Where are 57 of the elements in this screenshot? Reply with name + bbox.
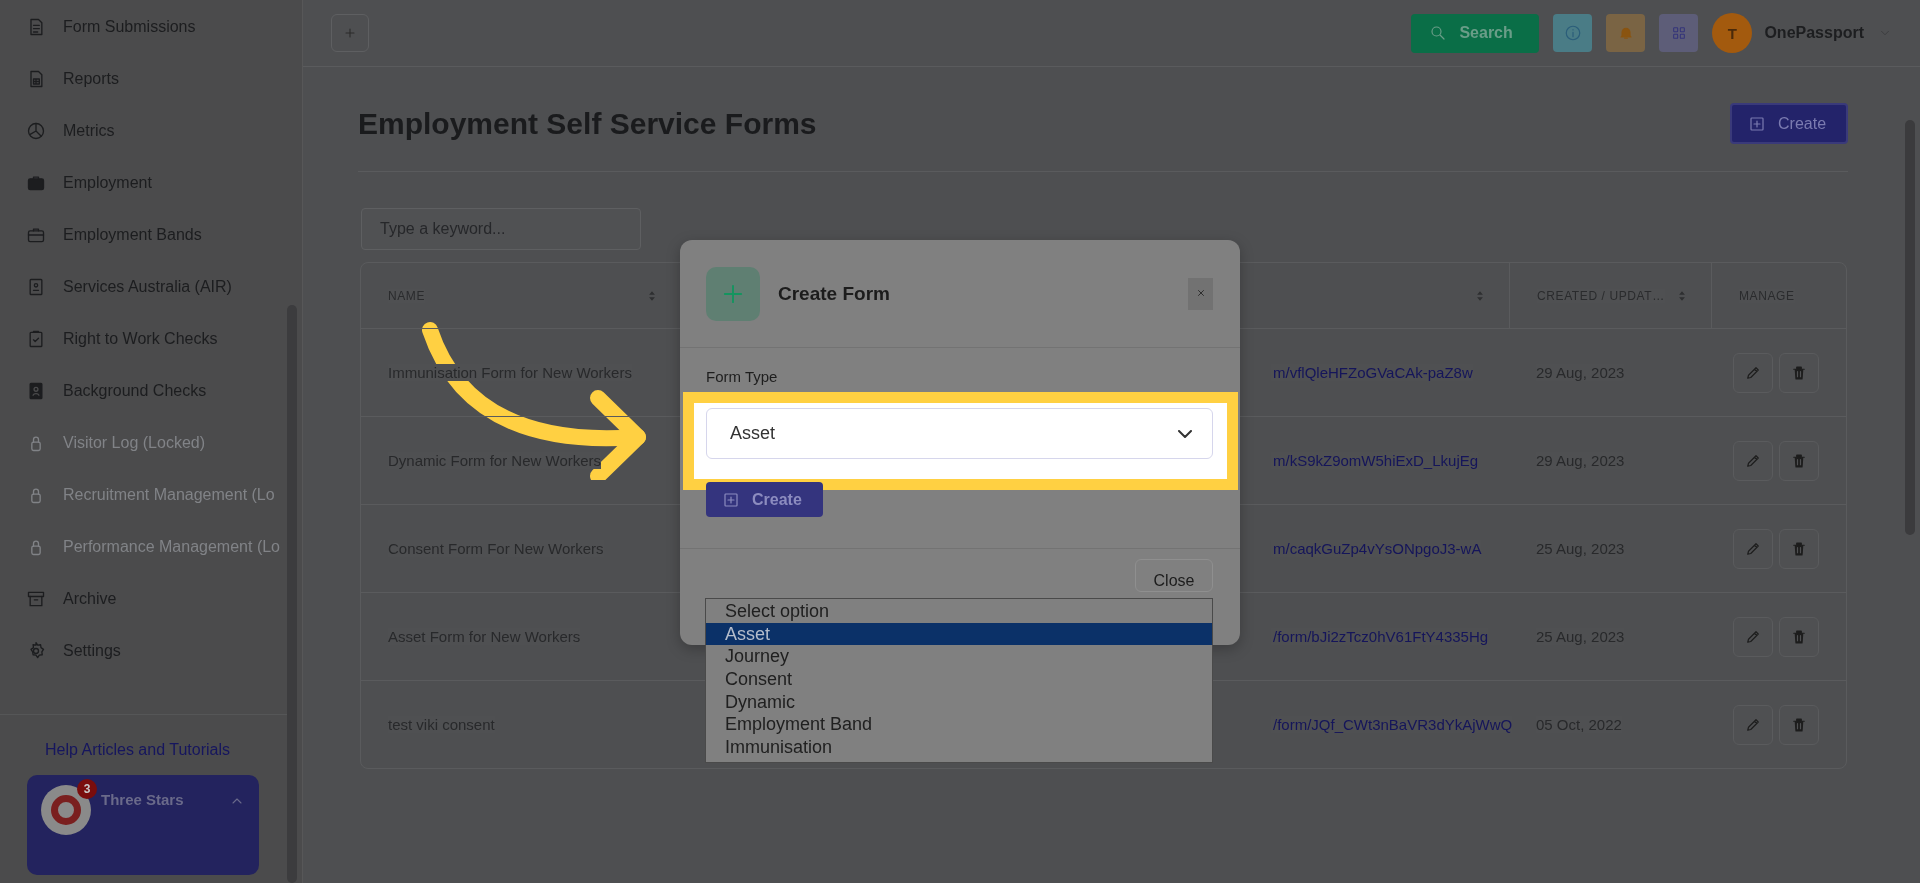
sidebar-item[interactable]: Recruitment Management (Lo	[0, 469, 302, 521]
edit-button[interactable]	[1733, 704, 1773, 745]
dropdown-option[interactable]: Select option	[706, 600, 1212, 623]
create-button[interactable]: Create	[1730, 103, 1848, 144]
form-link[interactable]: /form/JQf_CWt3nBaVR3dYkAjWwQ	[1271, 716, 1513, 733]
delete-button[interactable]	[1779, 440, 1819, 481]
dropdown-option[interactable]: Journey	[706, 645, 1212, 669]
account-name: Three Stars	[101, 791, 184, 808]
trash-icon	[1790, 627, 1808, 646]
trash-icon	[1790, 363, 1808, 382]
info-button[interactable]	[1553, 14, 1593, 52]
delete-button[interactable]	[1779, 704, 1819, 745]
edit-button[interactable]	[1733, 352, 1773, 393]
sidebar-label: Recruitment Management (Lo	[63, 486, 275, 504]
form-link[interactable]: m/vflQleHFZoGVaCAk-paZ8w	[1271, 364, 1473, 381]
chevron-down-icon	[1178, 429, 1192, 438]
notification-badge: 3	[77, 779, 97, 799]
user-avatar[interactable]: T	[1712, 13, 1753, 53]
archive-icon	[26, 589, 46, 609]
close-button[interactable]	[1188, 277, 1213, 310]
form-type-select[interactable]: Asset	[706, 408, 1213, 459]
trash-icon	[1790, 715, 1808, 734]
delete-button[interactable]	[1779, 352, 1819, 393]
field-label: Form Type	[706, 368, 779, 385]
pie-chart-icon	[26, 121, 46, 141]
edit-button[interactable]	[1733, 616, 1773, 657]
form-link[interactable]: m/kS9kZ9omW5hiExD_LkujEg	[1271, 452, 1479, 469]
add-button[interactable]	[331, 14, 369, 52]
form-link[interactable]: m/caqkGuZp4vYsONpgoJ3-wA	[1271, 540, 1482, 557]
close-button[interactable]: Close	[1135, 559, 1213, 592]
edit-button[interactable]	[1733, 440, 1773, 481]
delete-button[interactable]	[1779, 616, 1819, 657]
scrollbar[interactable]	[287, 305, 297, 883]
dialog-title: Create Form	[778, 282, 891, 305]
sidebar-label: Visitor Log (Locked)	[63, 434, 205, 452]
delete-button[interactable]	[1779, 528, 1819, 569]
apps-button[interactable]	[1659, 14, 1699, 52]
dropdown-option[interactable]: Employment Band	[706, 713, 1212, 737]
dropdown-option[interactable]: Asset	[706, 622, 1212, 646]
dropdown-option[interactable]: Consent	[706, 668, 1212, 691]
account-card[interactable]: 3 Three Stars	[27, 775, 259, 875]
plus-square-icon	[722, 490, 740, 509]
dropdown-option[interactable]: Immunisation	[706, 736, 1212, 759]
sidebar-label: Performance Management (Lo	[63, 538, 280, 556]
trash-icon	[1790, 451, 1808, 470]
trash-icon	[1790, 539, 1808, 558]
sidebar-item[interactable]: Visitor Log (Locked)	[0, 417, 302, 469]
plus-square-icon	[1748, 114, 1766, 133]
dropdown-option[interactable]: Dynamic	[706, 690, 1212, 714]
notifications-button[interactable]	[1606, 14, 1646, 52]
search-button[interactable]: Search	[1411, 13, 1540, 53]
grid-icon	[1670, 25, 1687, 41]
edit-button[interactable]	[1733, 528, 1773, 569]
form-link[interactable]: /form/bJi2zTcz0hV61FtY4335Hg	[1271, 628, 1489, 645]
sidebar-item[interactable]: Performance Management (Lo	[0, 521, 302, 573]
info-icon	[1563, 24, 1582, 42]
create-button[interactable]: Create	[706, 482, 823, 517]
